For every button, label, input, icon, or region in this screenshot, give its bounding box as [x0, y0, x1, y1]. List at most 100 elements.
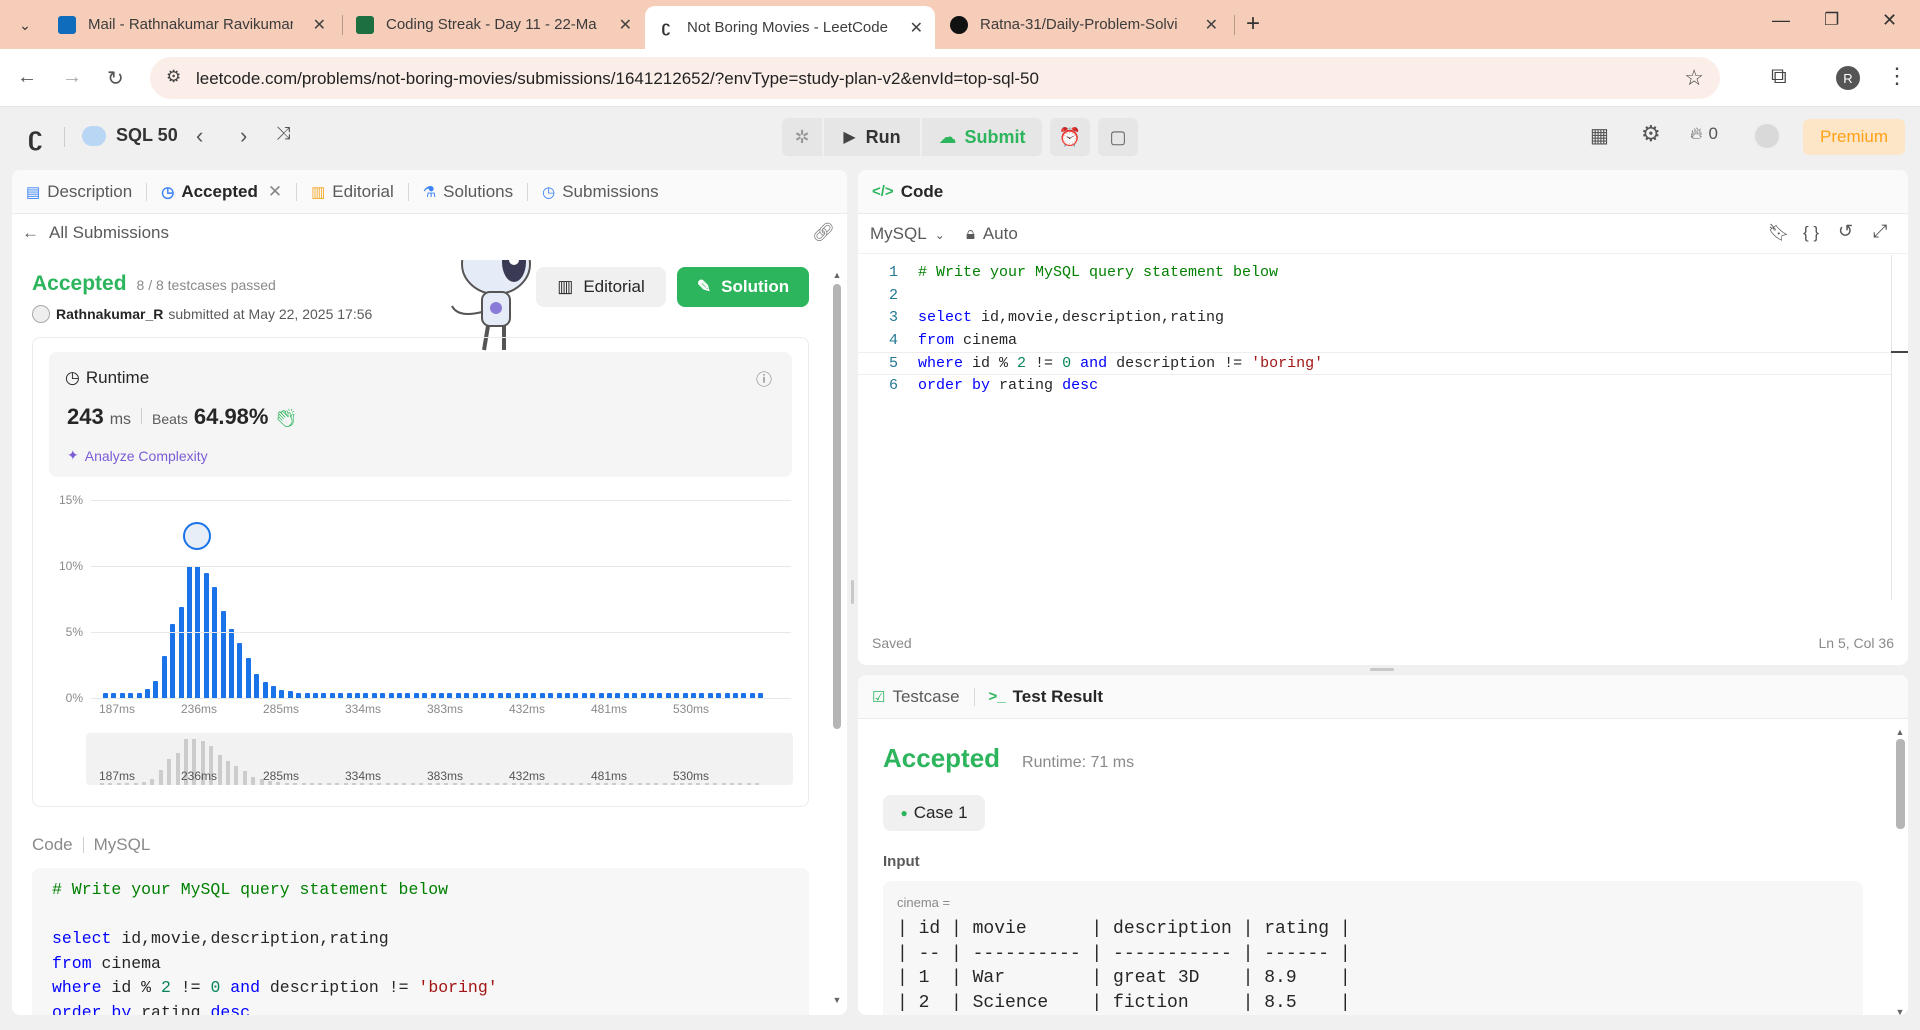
user-avatar[interactable]: [1753, 122, 1781, 150]
url-bar[interactable]: ⚙ leetcode.com/problems/not-boring-movie…: [150, 57, 1720, 99]
code-line[interactable]: 1 # Write your MySQL query statement belo…: [858, 262, 1892, 285]
close-icon[interactable]: ✕: [1205, 15, 1218, 35]
language-select[interactable]: MySQL ⌄: [870, 224, 945, 244]
histogram-bar[interactable]: [262, 682, 268, 698]
restore-button[interactable]: ❐: [1824, 10, 1839, 30]
streak-counter[interactable]: 🔥︎ 0: [1690, 124, 1718, 144]
runtime-summary[interactable]: ◷ Runtime ⓘ 243 ms Beats 64.98% 👏︎ ✦ Ana…: [49, 352, 792, 477]
scroll-up-icon[interactable]: ▲: [1894, 727, 1906, 737]
code-panel: </> Code MySQL ⌄ 🔒︎ Auto 🔖︎ { } ↺ ⤢ 1 # W…: [858, 170, 1908, 665]
editor-scrollbar[interactable]: [1891, 255, 1892, 600]
site-info-icon[interactable]: ⚙: [166, 67, 181, 87]
premium-button[interactable]: Premium: [1803, 119, 1905, 155]
link-icon[interactable]: 🔗︎: [812, 222, 835, 243]
editorial-button[interactable]: ▥ Editorial: [536, 267, 666, 307]
tab-solutions[interactable]: ⚗ Solutions: [409, 170, 527, 214]
tab-test-result[interactable]: >_ Test Result: [975, 675, 1117, 719]
tab-code[interactable]: </> Code: [858, 170, 957, 214]
histogram-bar[interactable]: [271, 686, 276, 698]
reset-icon[interactable]: ↺: [1838, 221, 1853, 242]
browser-tab-leetcode[interactable]: ʗ Not Boring Movies - LeetCode ✕: [645, 6, 935, 49]
code-editor[interactable]: 1 # Write your MySQL query statement belo…: [858, 262, 1892, 602]
extensions-icon[interactable]: ⧉: [1771, 63, 1787, 89]
forward-icon[interactable]: →: [62, 66, 82, 89]
bookmark-icon[interactable]: 🔖︎: [1768, 223, 1790, 243]
code-line[interactable]: 6 order by rating desc: [858, 375, 1892, 398]
next-problem-icon[interactable]: ›: [240, 123, 247, 149]
fullscreen-icon[interactable]: ⤢: [1873, 221, 1887, 242]
close-window-button[interactable]: ✕: [1882, 10, 1897, 31]
histogram-bar[interactable]: [245, 658, 251, 698]
debug-button[interactable]: ✲: [782, 118, 822, 156]
close-icon[interactable]: ✕: [910, 18, 923, 38]
histogram-bar[interactable]: [145, 688, 150, 698]
shuffle-icon[interactable]: ⤨: [276, 123, 290, 144]
tab-editorial[interactable]: ▥ Editorial: [297, 170, 408, 214]
histogram-bar[interactable]: [161, 655, 167, 698]
browser-tab-mail[interactable]: Mail - Rathnakumar Ravikumar ✕: [46, 6, 338, 43]
tab-testcase[interactable]: ☑ Testcase: [858, 675, 974, 719]
auto-mode[interactable]: 🔒︎ Auto: [966, 224, 1018, 244]
code-line[interactable]: 2: [858, 285, 1892, 308]
all-submissions-link[interactable]: ← All Submissions: [22, 223, 169, 243]
histogram-bar[interactable]: [170, 624, 176, 698]
tab-accepted[interactable]: ◷ Accepted ✕: [147, 170, 296, 214]
histogram-bar[interactable]: [153, 680, 159, 698]
submit-button[interactable]: ☁ Submit: [922, 118, 1042, 156]
new-tab-button[interactable]: +: [1246, 10, 1260, 38]
tab-submissions[interactable]: ◷ Submissions: [528, 170, 672, 214]
runtime-card: ◷ Runtime ⓘ 243 ms Beats 64.98% 👏︎ ✦ Ana…: [32, 337, 809, 807]
reload-icon[interactable]: ↻: [107, 66, 124, 91]
timer-button[interactable]: ⏰: [1050, 118, 1090, 156]
notes-button[interactable]: ▢: [1098, 118, 1138, 156]
panel-resize-handle[interactable]: [1370, 668, 1394, 671]
browser-tab-github[interactable]: Ratna-31/Daily-Problem-Solvi ✕: [938, 6, 1230, 43]
close-icon[interactable]: ✕: [268, 182, 282, 202]
histogram-bar[interactable]: [203, 572, 209, 698]
settings-gear-icon[interactable]: ⚙: [1641, 121, 1661, 147]
run-button[interactable]: ▶ Run: [824, 118, 920, 156]
histogram-bar[interactable]: [237, 642, 243, 698]
study-plan-link[interactable]: SQL 50: [82, 125, 178, 146]
code-line[interactable]: 4 from cinema: [858, 330, 1892, 353]
scroll-down-icon[interactable]: ▼: [832, 995, 842, 1005]
profile-avatar[interactable]: R: [1836, 66, 1860, 90]
tab-description[interactable]: ▤ Description: [12, 170, 146, 214]
histogram-bar[interactable]: [229, 629, 234, 698]
result-scrollbar[interactable]: ▲ ▼: [1894, 727, 1906, 1015]
scroll-thumb[interactable]: [833, 284, 841, 729]
histogram-bar[interactable]: [279, 690, 285, 698]
back-icon[interactable]: ←: [17, 66, 37, 89]
histogram-bar[interactable]: [287, 691, 293, 698]
histogram-bar[interactable]: [212, 587, 218, 698]
info-icon[interactable]: ⓘ: [756, 366, 772, 390]
url-text[interactable]: leetcode.com/problems/not-boring-movies/…: [196, 69, 1039, 89]
browser-tab-sheets[interactable]: Coding Streak - Day 11 - 22-Ma ✕: [344, 6, 644, 43]
histogram-bar[interactable]: [254, 674, 260, 698]
solution-button[interactable]: ✎ Solution: [677, 267, 809, 307]
browser-menu-icon[interactable]: ⋮: [1886, 63, 1908, 89]
code-line[interactable]: 3 select id,movie,description,rating: [858, 307, 1892, 330]
analyze-complexity-link[interactable]: ✦ Analyze Complexity: [67, 447, 208, 464]
close-icon[interactable]: ✕: [313, 15, 326, 35]
left-scrollbar[interactable]: ▲ ▼: [832, 270, 842, 1005]
format-braces-icon[interactable]: { }: [1803, 223, 1819, 243]
bookmark-star-icon[interactable]: ☆: [1684, 65, 1704, 91]
scroll-thumb[interactable]: [1895, 739, 1905, 829]
minimize-button[interactable]: —: [1772, 10, 1790, 31]
leetcode-logo[interactable]: ʗ: [28, 123, 50, 149]
histogram-bar[interactable]: [220, 610, 226, 698]
case-1-button[interactable]: ● Case 1: [883, 795, 985, 831]
histogram-bar[interactable]: [178, 606, 184, 698]
chart-range-selector[interactable]: 187ms 236ms 285ms 334ms 383ms 432ms 481ms 530ms: [86, 733, 793, 785]
prev-problem-icon[interactable]: ‹: [196, 123, 203, 149]
tab-search-button[interactable]: ⌄: [12, 12, 38, 38]
layout-icon[interactable]: ▦: [1590, 123, 1609, 148]
close-icon[interactable]: ✕: [619, 15, 632, 35]
username[interactable]: Rathnakumar_R: [56, 306, 163, 322]
vertical-resize-handle[interactable]: [851, 580, 854, 604]
scroll-up-icon[interactable]: ▲: [832, 270, 842, 280]
scroll-down-icon[interactable]: ▼: [1894, 1007, 1906, 1015]
code-line[interactable]: 5 where id % 2 != 0 and description != 'b…: [858, 352, 1892, 375]
minimap-tick-label: 334ms: [345, 769, 382, 783]
